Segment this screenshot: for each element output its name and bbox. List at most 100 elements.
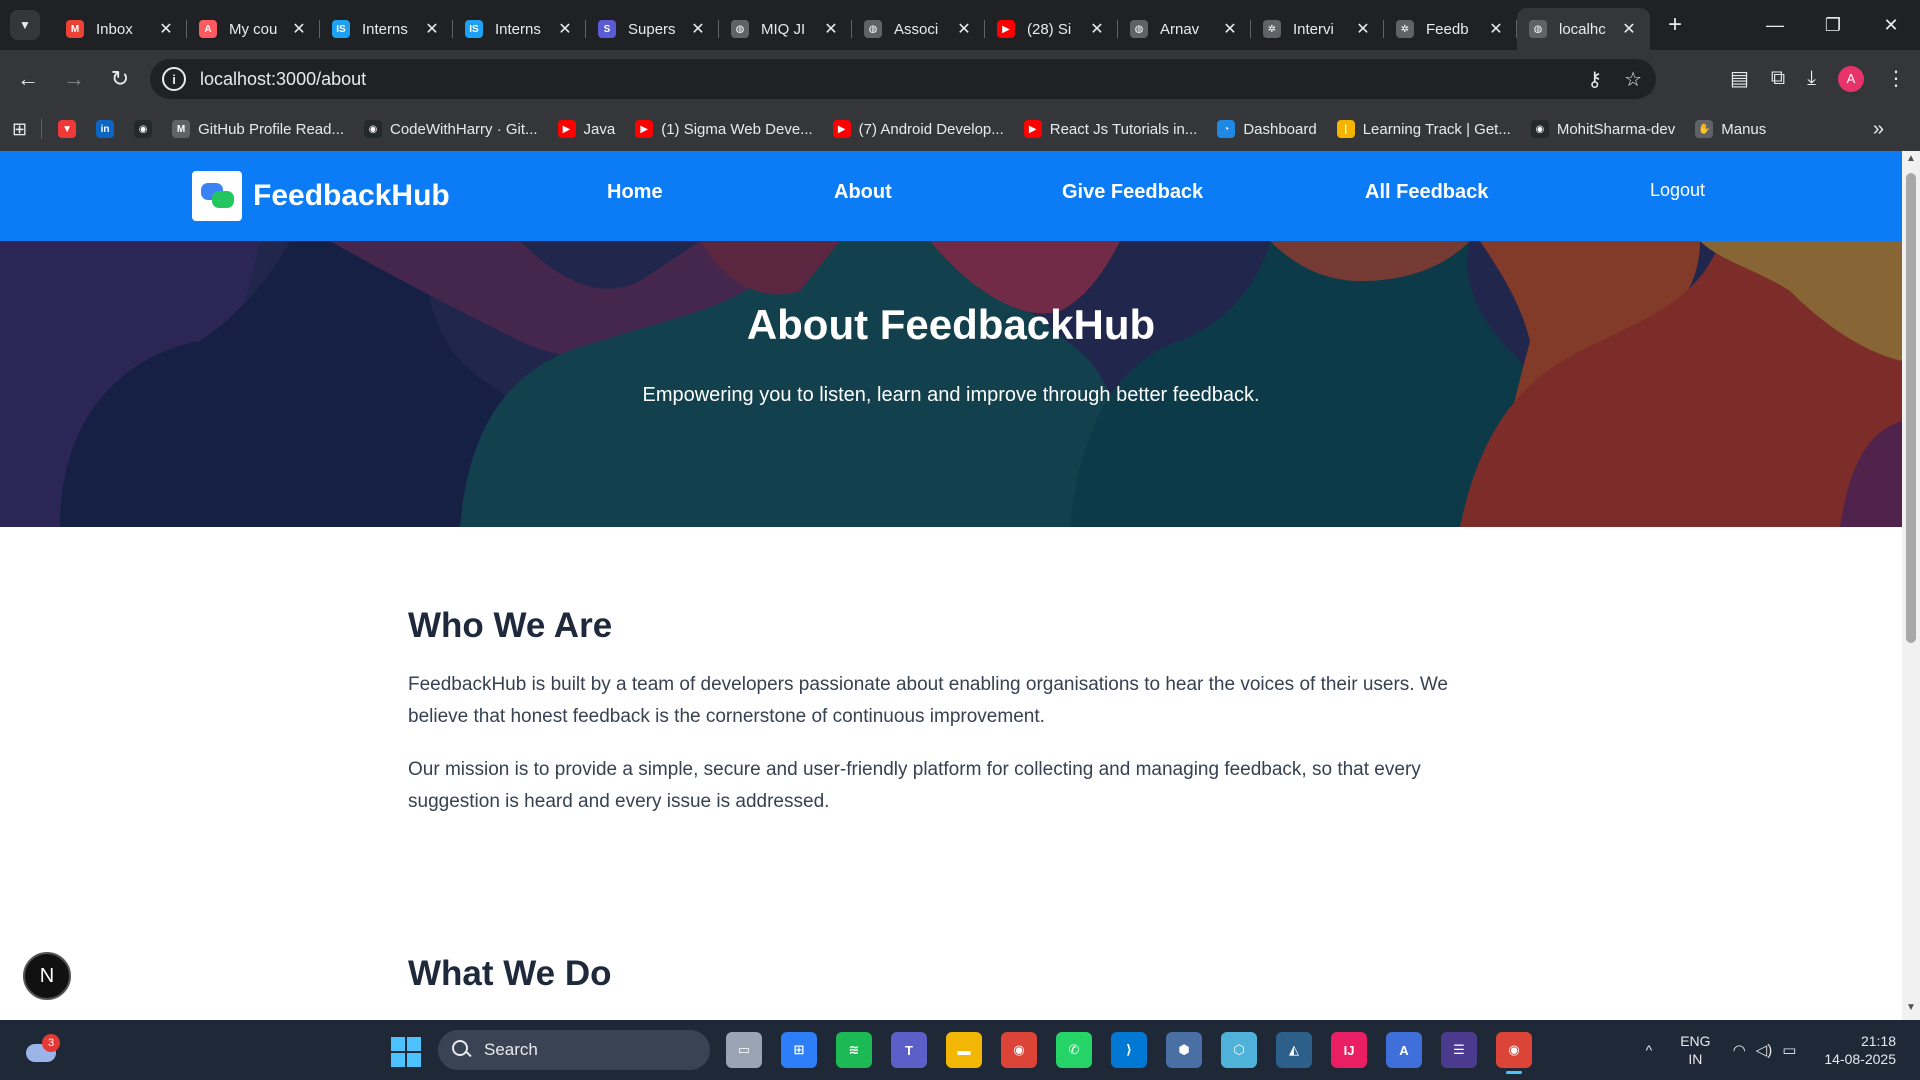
close-tab-icon[interactable]: ✕ xyxy=(157,19,175,39)
site-info-icon[interactable]: i xyxy=(162,67,186,91)
minimize-button[interactable]: — xyxy=(1746,0,1804,50)
profile-avatar[interactable]: A xyxy=(1838,65,1864,92)
browser-tab[interactable]: S Supers ✕ xyxy=(586,8,719,50)
brand[interactable]: FeedbackHub xyxy=(192,171,450,221)
youtube-icon: ▶ xyxy=(997,20,1015,38)
bookmark-item[interactable]: in xyxy=(96,120,115,138)
chrome-profile-icon[interactable]: ◉ xyxy=(1496,1032,1532,1074)
tab-group-icon[interactable]: ▤ xyxy=(1730,66,1749,91)
restore-button[interactable]: ❐ xyxy=(1804,0,1862,50)
weather-widget[interactable]: 3 xyxy=(24,1034,60,1064)
download-icon[interactable]: ⤓ xyxy=(1807,67,1816,90)
intellij-icon[interactable]: IJ xyxy=(1331,1032,1367,1068)
browser-tab[interactable]: IS Interns ✕ xyxy=(453,8,586,50)
microsoft-store-icon[interactable]: ⊞ xyxy=(781,1032,817,1068)
close-tab-icon[interactable]: ✕ xyxy=(689,19,707,39)
nav-link-all-feedback[interactable]: All Feedback xyxy=(1365,181,1488,204)
extensions-icon[interactable]: ⧉ xyxy=(1771,67,1785,90)
browser-tab[interactable]: M Inbox ✕ xyxy=(54,8,187,50)
browser-tab[interactable]: ◍ Associ ✕ xyxy=(852,8,985,50)
tab-title: Feedb xyxy=(1426,20,1469,38)
browser-tab[interactable]: ◍ Arnav ✕ xyxy=(1118,8,1251,50)
volume-icon[interactable]: ◁) xyxy=(1756,1041,1773,1059)
nav-link-give-feedback[interactable]: Give Feedback xyxy=(1062,181,1203,204)
hero-title: About FeedbackHub xyxy=(746,301,1156,348)
language-indicator[interactable]: ENG IN xyxy=(1680,1032,1710,1068)
chevron-down-icon: ▼ xyxy=(19,18,31,32)
bookmark-item[interactable]: ◉ xyxy=(134,120,153,138)
bookmark-item[interactable]: ▶ Java xyxy=(557,120,615,138)
close-tab-icon[interactable]: ✕ xyxy=(1221,19,1239,39)
browser-tab[interactable]: ◍ MIQ JI ✕ xyxy=(719,8,852,50)
new-tab-button[interactable]: + xyxy=(1660,10,1690,40)
password-key-icon[interactable]: ⚷ xyxy=(1587,67,1602,92)
browser-tab[interactable]: ✲ Intervi ✕ xyxy=(1251,8,1384,50)
page-scrollbar[interactable]: ▲ ▼ xyxy=(1902,151,1920,1020)
apps-grid-icon[interactable]: ⊞ xyxy=(12,119,27,140)
app-launcher-icon[interactable]: A xyxy=(1386,1032,1422,1068)
close-tab-icon[interactable]: ✕ xyxy=(955,19,973,39)
forward-button[interactable]: → xyxy=(56,61,92,97)
bookmark-item[interactable]: ◉ MohitSharma-dev xyxy=(1530,120,1675,138)
taskbar-search[interactable]: Search xyxy=(438,1030,710,1070)
spotify-icon[interactable]: ≋ xyxy=(836,1032,872,1068)
tab-title: (28) Si xyxy=(1027,20,1072,38)
mysql-workbench-icon[interactable]: ◭ xyxy=(1276,1032,1312,1068)
scroll-down-icon[interactable]: ▼ xyxy=(1902,1002,1920,1018)
clock[interactable]: 21:18 14-08-2025 xyxy=(1824,1032,1896,1068)
nav-link-about[interactable]: About xyxy=(834,181,892,204)
cube-app-icon[interactable]: ⬡ xyxy=(1221,1032,1257,1068)
address-bar[interactable]: i localhost:3000/about ⚷ ☆ xyxy=(150,59,1656,99)
chrome-icon[interactable]: ◉ xyxy=(1001,1032,1037,1068)
nextjs-dev-indicator[interactable]: N xyxy=(23,952,71,1000)
close-tab-icon[interactable]: ✕ xyxy=(290,19,308,39)
close-tab-icon[interactable]: ✕ xyxy=(1354,19,1372,39)
vscode-icon[interactable]: ⟩ xyxy=(1111,1032,1147,1068)
close-tab-icon[interactable]: ✕ xyxy=(423,19,441,39)
nav-link-home[interactable]: Home xyxy=(607,181,663,204)
bookmark-item[interactable]: ▶ React Js Tutorials in... xyxy=(1023,120,1197,138)
bookmark-item[interactable]: ◔ Dashboard xyxy=(1217,120,1317,138)
task-view-icon[interactable]: ▭ xyxy=(726,1032,762,1068)
browser-tab[interactable]: ◍ localhc ✕ xyxy=(1517,8,1650,50)
browser-tab[interactable]: ▶ (28) Si ✕ xyxy=(985,8,1118,50)
wifi-icon[interactable]: ◠ xyxy=(1733,1041,1746,1059)
bookmark-star-icon[interactable]: ☆ xyxy=(1624,67,1642,92)
eclipse-icon[interactable]: ☰ xyxy=(1441,1032,1477,1068)
scroll-up-icon[interactable]: ▲ xyxy=(1902,153,1920,169)
bookmark-item[interactable]: ▶ (1) Sigma Web Deve... xyxy=(635,120,813,138)
bookmark-item[interactable]: ✋ Manus xyxy=(1695,120,1766,138)
manus-icon: ✋ xyxy=(1695,120,1714,138)
kebab-menu-icon[interactable]: ⋮ xyxy=(1886,66,1906,91)
reload-button[interactable]: ↻ xyxy=(102,61,138,97)
virtualbox-icon[interactable]: ⬢ xyxy=(1166,1032,1202,1068)
start-button[interactable] xyxy=(391,1037,421,1067)
tab-search-button[interactable]: ▼ xyxy=(10,10,40,40)
close-tab-icon[interactable]: ✕ xyxy=(1088,19,1106,39)
close-window-button[interactable]: ✕ xyxy=(1862,0,1920,50)
bookmark-item[interactable]: ▼ xyxy=(58,120,77,138)
scrollbar-thumb[interactable] xyxy=(1906,173,1916,643)
chevron-up-icon[interactable]: ^ xyxy=(1646,1042,1653,1058)
browser-tab[interactable]: ✲ Feedb ✕ xyxy=(1384,8,1517,50)
browser-tab[interactable]: A My cou ✕ xyxy=(187,8,320,50)
battery-icon[interactable]: ▭ xyxy=(1782,1041,1796,1059)
bookmark-item[interactable]: ▶ (7) Android Develop... xyxy=(832,120,1004,138)
more-bookmarks-icon[interactable]: » xyxy=(1873,118,1884,141)
bookmark-item[interactable]: ◉ CodeWithHarry · Git... xyxy=(364,120,538,138)
close-tab-icon[interactable]: ✕ xyxy=(1487,19,1505,39)
bookmark-item[interactable]: | Learning Track | Get... xyxy=(1336,120,1511,138)
close-tab-icon[interactable]: ✕ xyxy=(1620,19,1638,39)
whatsapp-icon[interactable]: ✆ xyxy=(1056,1032,1092,1068)
teams-icon[interactable]: T xyxy=(891,1032,927,1068)
close-tab-icon[interactable]: ✕ xyxy=(556,19,574,39)
logout-button[interactable]: Logout xyxy=(1650,180,1705,201)
linkedin-icon: in xyxy=(96,120,115,138)
close-tab-icon[interactable]: ✕ xyxy=(822,19,840,39)
file-explorer-icon[interactable]: ▬ xyxy=(946,1032,982,1068)
bookmark-label: Dashboard xyxy=(1243,120,1317,138)
back-button[interactable]: ← xyxy=(10,61,46,97)
url-text[interactable]: localhost:3000/about xyxy=(200,69,366,90)
browser-tab[interactable]: IS Interns ✕ xyxy=(320,8,453,50)
bookmark-item[interactable]: M GitHub Profile Read... xyxy=(172,120,344,138)
